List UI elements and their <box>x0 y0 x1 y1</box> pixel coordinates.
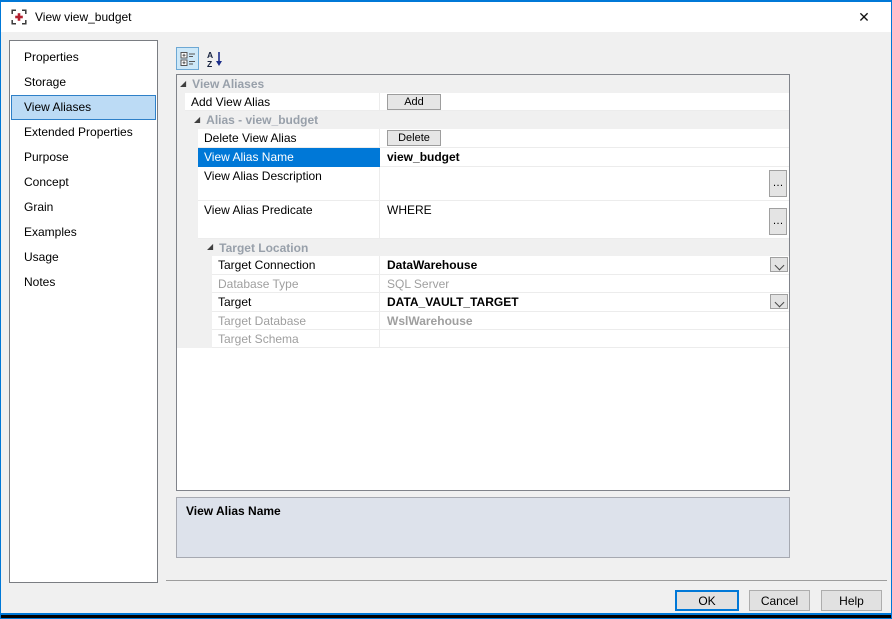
property-label: Target Connection <box>218 258 316 272</box>
property-row-target-database: Target Database WslWarehouse <box>177 312 789 330</box>
property-label: Database Type <box>218 276 299 291</box>
property-label: Target <box>218 295 252 309</box>
close-icon: ✕ <box>858 8 870 25</box>
description-ellipsis-button[interactable]: … <box>769 170 787 197</box>
delete-button[interactable]: Delete <box>387 130 441 146</box>
help-button[interactable]: Help <box>821 590 882 611</box>
row-gutter <box>177 93 185 111</box>
target-connection-value[interactable]: DataWarehouse <box>387 258 477 272</box>
svg-text:Z: Z <box>207 59 212 68</box>
dialog-window: View view_budget ✕ Properties Storage Vi… <box>0 0 892 619</box>
ok-button[interactable]: OK <box>675 590 739 611</box>
target-dropdown-button[interactable] <box>770 294 788 309</box>
row-gutter <box>177 275 212 293</box>
target-database-value: WslWarehouse <box>387 313 473 328</box>
cancel-button[interactable]: Cancel <box>749 590 810 611</box>
sidebar-list: Properties Storage View Aliases Extended… <box>9 40 158 583</box>
sidebar-item-concept[interactable]: Concept <box>11 170 156 195</box>
row-gutter <box>177 256 212 275</box>
property-row-target-connection[interactable]: Target Connection DataWarehouse <box>177 256 789 275</box>
category-alias-view-budget[interactable]: ◢ Alias - view_budget <box>177 111 789 129</box>
property-row-target[interactable]: Target DATA_VAULT_TARGET <box>177 293 789 312</box>
collapse-triangle-icon: ◢ <box>207 242 214 251</box>
row-gutter <box>177 293 212 312</box>
property-row-add-view-alias[interactable]: Add View Alias Add <box>177 93 789 111</box>
title-bar: View view_budget ✕ <box>1 2 891 32</box>
view-alias-predicate-value[interactable]: WHERE <box>387 203 432 217</box>
property-row-database-type: Database Type SQL Server <box>177 275 789 293</box>
sidebar-item-purpose[interactable]: Purpose <box>11 145 156 170</box>
property-label: View Alias Predicate <box>204 203 313 217</box>
sidebar-item-examples[interactable]: Examples <box>11 220 156 245</box>
row-gutter <box>177 330 212 348</box>
property-label: Add View Alias <box>191 94 271 109</box>
footer-separator <box>166 580 887 581</box>
chevron-down-icon <box>774 260 785 271</box>
categorized-view-button[interactable] <box>176 47 199 70</box>
sidebar-item-storage[interactable]: Storage <box>11 70 156 95</box>
grid-empty-area <box>177 348 789 490</box>
sidebar-item-grain[interactable]: Grain <box>11 195 156 220</box>
sidebar-item-notes[interactable]: Notes <box>11 270 156 295</box>
view-object-icon <box>11 9 27 25</box>
chevron-down-icon <box>774 297 785 308</box>
property-label: Target Database <box>218 313 307 328</box>
close-button[interactable]: ✕ <box>843 2 885 32</box>
category-label: Target Location <box>219 240 309 255</box>
target-value[interactable]: DATA_VAULT_TARGET <box>387 295 519 309</box>
sidebar-item-view-aliases[interactable]: View Aliases <box>11 95 156 120</box>
property-row-target-schema: Target Schema <box>177 330 789 348</box>
description-panel: View Alias Name <box>176 497 790 558</box>
window-title: View view_budget <box>35 10 132 24</box>
row-gutter <box>177 148 198 167</box>
property-row-view-alias-name[interactable]: View Alias Name view_budget <box>177 148 789 167</box>
property-grid: ◢ View Aliases Add View Alias Add ◢ Alia… <box>176 74 790 491</box>
property-label: View Alias Description <box>204 169 322 183</box>
sidebar-item-properties[interactable]: Properties <box>11 45 156 70</box>
alphabetical-sort-icon: A Z <box>207 50 222 68</box>
row-gutter <box>177 312 212 330</box>
sidebar-item-usage[interactable]: Usage <box>11 245 156 270</box>
category-label: View Aliases <box>192 77 265 91</box>
view-alias-name-value[interactable]: view_budget <box>387 150 460 164</box>
database-type-value: SQL Server <box>387 276 450 291</box>
row-gutter <box>177 167 198 201</box>
sidebar-item-extended-properties[interactable]: Extended Properties <box>11 120 156 145</box>
property-label: View Alias Name <box>204 150 294 164</box>
add-button[interactable]: Add <box>387 93 441 110</box>
property-label: Delete View Alias <box>204 131 297 145</box>
alphabetical-sort-button[interactable]: A Z <box>203 47 226 70</box>
row-gutter <box>177 201 198 239</box>
category-label: Alias - view_budget <box>206 113 319 127</box>
target-connection-dropdown-button[interactable] <box>770 257 788 272</box>
property-row-delete-view-alias[interactable]: Delete View Alias Delete <box>177 129 789 148</box>
category-target-location[interactable]: ◢ Target Location <box>177 239 789 256</box>
category-view-aliases[interactable]: ◢ View Aliases <box>177 75 789 93</box>
row-gutter <box>177 129 198 148</box>
description-panel-title: View Alias Name <box>186 504 281 518</box>
categorized-icon <box>180 51 195 66</box>
property-row-view-alias-predicate[interactable]: View Alias Predicate WHERE … <box>177 201 789 239</box>
collapse-triangle-icon: ◢ <box>180 78 187 88</box>
collapse-triangle-icon: ◢ <box>194 114 201 124</box>
property-row-view-alias-description[interactable]: View Alias Description … <box>177 167 789 201</box>
predicate-ellipsis-button[interactable]: … <box>769 208 787 235</box>
property-label: Target Schema <box>218 331 299 346</box>
